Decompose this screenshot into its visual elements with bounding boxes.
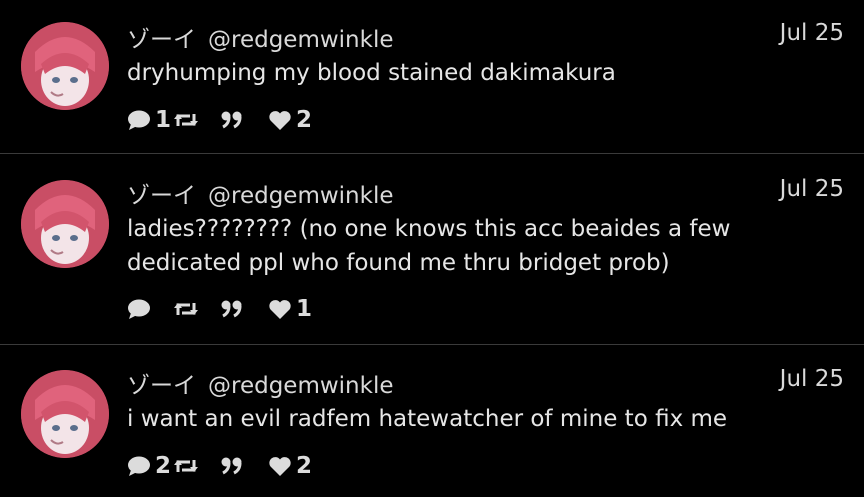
heart-icon [269, 110, 291, 130]
post-text: dryhumping my blood stained dakimakura [127, 56, 767, 90]
like-count: 1 [296, 296, 313, 322]
post-date[interactable]: Jul 25 [780, 20, 844, 46]
like-count: 2 [296, 453, 313, 479]
repost-arrows-icon [174, 114, 198, 126]
quote-button[interactable] [220, 110, 268, 130]
post[interactable]: ゾーイ @redgemwinkle Jul 25 i want an evil r… [0, 345, 864, 497]
avatar[interactable] [21, 180, 109, 268]
reply-button[interactable]: 1 [127, 107, 173, 133]
repost-arrows-icon [174, 303, 198, 315]
post-header: ゾーイ @redgemwinkle [127, 20, 394, 54]
repost-button[interactable] [173, 456, 220, 476]
action-bar: 2 2 [127, 453, 312, 479]
avatar[interactable] [21, 22, 109, 110]
reply-button[interactable] [127, 298, 173, 320]
post-text: i want an evil radfem hatewatcher of min… [127, 402, 767, 436]
display-name[interactable]: ゾーイ [127, 183, 196, 209]
post-header: ゾーイ @redgemwinkle [127, 176, 394, 210]
post-text-line: dryhumping my blood stained dakimakura [127, 60, 616, 86]
post[interactable]: ゾーイ @redgemwinkle Jul 25 dryhumping my bl… [0, 0, 864, 153]
like-button[interactable]: 2 [268, 453, 312, 479]
action-bar: 1 [127, 296, 312, 322]
speech-bubble-icon [128, 299, 150, 319]
repost-button[interactable] [173, 299, 220, 319]
speech-bubble-icon [128, 456, 150, 476]
post-date[interactable]: Jul 25 [780, 176, 844, 202]
handle[interactable]: @redgemwinkle [208, 373, 394, 399]
action-bar: 1 2 [127, 107, 312, 133]
speech-bubble-icon [128, 110, 150, 130]
quote-marks-icon [221, 457, 242, 475]
repost-arrows-icon [174, 460, 198, 472]
reply-count: 2 [155, 453, 172, 479]
display-name[interactable]: ゾーイ [127, 373, 196, 399]
avatar[interactable] [21, 370, 109, 458]
like-button[interactable]: 2 [268, 107, 312, 133]
post-text: ladies???????? (no one knows this acc be… [127, 212, 767, 280]
post-text-line: ladies???????? (no one knows this acc be… [127, 216, 731, 242]
repost-button[interactable] [173, 110, 220, 130]
display-name[interactable]: ゾーイ [127, 27, 196, 53]
post-text-line: dedicated ppl who found me thru bridget … [127, 250, 670, 276]
like-count: 2 [296, 107, 313, 133]
handle[interactable]: @redgemwinkle [208, 27, 394, 53]
heart-icon [269, 456, 291, 476]
quote-marks-icon [221, 300, 242, 318]
like-button[interactable]: 1 [268, 296, 312, 322]
post-text-line: i want an evil radfem hatewatcher of min… [127, 406, 728, 432]
reply-button[interactable]: 2 [127, 453, 173, 479]
heart-icon [269, 299, 291, 319]
post[interactable]: ゾーイ @redgemwinkle Jul 25 ladies???????? (… [0, 154, 864, 344]
quote-button[interactable] [220, 299, 268, 319]
handle[interactable]: @redgemwinkle [208, 183, 394, 209]
reply-count: 1 [155, 107, 172, 133]
post-date[interactable]: Jul 25 [780, 366, 844, 392]
post-header: ゾーイ @redgemwinkle [127, 366, 394, 400]
quote-marks-icon [221, 111, 242, 129]
quote-button[interactable] [220, 456, 268, 476]
